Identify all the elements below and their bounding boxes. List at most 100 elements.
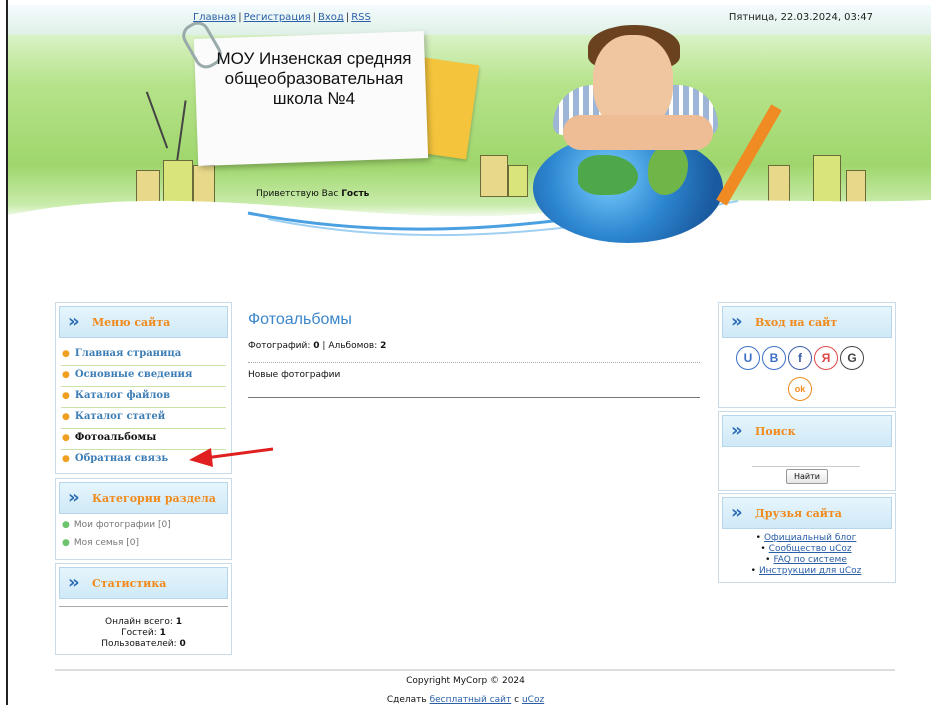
nav-separator: | xyxy=(238,12,242,23)
menu-divider xyxy=(61,428,226,429)
bullet-icon: • xyxy=(755,533,761,543)
page-title: Фотоальбомы xyxy=(248,311,352,328)
doodle-line xyxy=(145,91,169,149)
double-chevron-icon: » xyxy=(731,311,742,332)
content-divider xyxy=(248,362,700,363)
new-photos-heading: Новые фотографии xyxy=(248,370,341,380)
site-title: МОУ Инзенская средняя общеобразовательна… xyxy=(216,49,412,108)
double-chevron-icon: » xyxy=(731,502,742,523)
boy-illustration-arms xyxy=(563,115,713,150)
friend-link-item: • Инструкции для uCoz xyxy=(720,566,892,576)
friends-box-header: » Друзья сайта xyxy=(722,497,892,529)
stat-guests: Гостей: 1 xyxy=(56,628,231,638)
search-box-title: Поиск xyxy=(755,425,796,438)
double-chevron-icon: » xyxy=(68,572,79,593)
ucoz-link[interactable]: uCoz xyxy=(522,695,544,705)
menu-item-feedback[interactable]: ● Обратная связь xyxy=(62,453,168,464)
menu-item-label: Обратная связь xyxy=(74,453,169,464)
double-chevron-icon: » xyxy=(68,487,79,508)
bullet-icon: ● xyxy=(62,412,70,422)
category-count: [0] xyxy=(126,538,140,548)
friend-link-faq[interactable]: FAQ по системе xyxy=(773,555,846,565)
stats-separator: | xyxy=(322,341,326,351)
friend-link-official-blog[interactable]: Официальный блог xyxy=(764,533,856,543)
copyright: Copyright MyCorp © 2024 xyxy=(406,676,525,686)
stats-divider xyxy=(59,606,228,607)
top-navigation: Главная | Регистрация | Вход | RSS xyxy=(193,12,371,23)
category-count: [0] xyxy=(158,520,171,530)
statistics-box-title: Статистика xyxy=(92,577,167,590)
categories-box-title: Категории раздела xyxy=(92,492,216,505)
content-divider xyxy=(248,397,700,398)
free-site-link[interactable]: бесплатный сайт xyxy=(430,695,512,705)
ucoz-icon[interactable]: U xyxy=(736,346,760,370)
double-chevron-icon: » xyxy=(68,311,79,332)
albums-label: Альбомов: xyxy=(328,341,378,351)
nav-link-home[interactable]: Главная xyxy=(193,12,236,23)
yandex-icon[interactable]: Я xyxy=(814,346,838,370)
make-site-prefix: Сделать xyxy=(386,695,427,705)
menu-item-articles[interactable]: ● Каталог статей xyxy=(62,411,165,422)
friend-link-instructions[interactable]: Инструкции для uCoz xyxy=(759,566,861,576)
friend-link-item: • FAQ по системе xyxy=(720,555,892,565)
stat-value: 1 xyxy=(175,617,183,627)
menu-item-label: Каталог статей xyxy=(74,411,166,422)
greeting-prefix: Приветствую Вас xyxy=(256,189,339,199)
category-item[interactable]: ● Моя семья [0] xyxy=(62,538,139,548)
header-wave xyxy=(8,191,931,245)
menu-item-label: Каталог файлов xyxy=(74,390,171,401)
friend-link-community[interactable]: Сообщество uCoz xyxy=(769,544,852,554)
stat-label: Пользователей: xyxy=(101,639,177,649)
bullet-icon: ● xyxy=(62,520,70,530)
statistics-box-header: » Статистика xyxy=(59,567,228,599)
photos-count: 0 xyxy=(313,341,320,351)
bullet-icon: ● xyxy=(62,538,70,548)
bullet-icon: ● xyxy=(62,349,70,359)
album-stats: Фотографий: 0 | Альбомов: 2 xyxy=(248,341,386,351)
menu-item-label: Фотоальбомы xyxy=(74,432,157,443)
nav-link-login[interactable]: Вход xyxy=(318,12,344,23)
login-box-title: Вход на сайт xyxy=(755,316,838,329)
double-chevron-icon: » xyxy=(731,420,742,441)
site-header: МОУ Инзенская средняя общеобразовательна… xyxy=(8,5,931,250)
nav-link-register[interactable]: Регистрация xyxy=(244,12,311,23)
stat-online: Онлайн всего: 1 xyxy=(56,617,231,627)
menu-item-home[interactable]: ● Главная страница xyxy=(62,348,181,359)
search-input[interactable] xyxy=(752,454,860,467)
globe-land xyxy=(578,155,638,195)
menu-item-files[interactable]: ● Каталог файлов xyxy=(62,390,170,401)
menu-box-title: Меню сайта xyxy=(92,316,171,329)
photos-label: Фотографий: xyxy=(248,341,311,351)
menu-item-basic-info[interactable]: ● Основные сведения xyxy=(62,369,192,380)
menu-box-header: » Меню сайта xyxy=(59,306,228,338)
current-date: Пятница, 22.03.2024, 03:47 xyxy=(728,12,873,23)
odnoklassniki-icon[interactable]: ok xyxy=(788,377,812,401)
stat-label: Гостей: xyxy=(121,628,157,638)
search-button[interactable]: Найти xyxy=(786,469,828,484)
category-item[interactable]: ● Мои фотографии [0] xyxy=(62,520,171,530)
stat-users: Пользователей: 0 xyxy=(56,639,231,649)
stat-value: 1 xyxy=(159,628,166,638)
categories-box-header: » Категории раздела xyxy=(59,482,228,514)
nav-link-rss[interactable]: RSS xyxy=(351,12,371,23)
stat-label: Онлайн всего: xyxy=(104,617,173,627)
bullet-icon: ● xyxy=(62,433,70,443)
menu-item-label: Основные сведения xyxy=(74,369,193,380)
make-site-line: Сделать бесплатный сайт с uCoz xyxy=(0,695,931,705)
friend-link-item: • Сообщество uCoz xyxy=(720,544,892,554)
bullet-icon: • xyxy=(750,566,756,576)
albums-count: 2 xyxy=(380,341,387,351)
stat-value: 0 xyxy=(179,639,186,649)
vk-icon[interactable]: В xyxy=(762,346,786,370)
bullet-icon: ● xyxy=(62,370,70,380)
friend-link-item: • Официальный блог xyxy=(720,533,892,543)
bullet-icon: ● xyxy=(62,391,70,401)
login-box-header: » Вход на сайт xyxy=(722,306,892,338)
google-icon[interactable]: G xyxy=(840,346,864,370)
window-left-edge xyxy=(0,0,8,705)
bullet-icon: • xyxy=(765,555,771,565)
menu-divider xyxy=(61,365,226,366)
facebook-icon[interactable]: f xyxy=(788,346,812,370)
greeting: Приветствую Вас Гость xyxy=(256,189,369,199)
menu-item-photoalbums[interactable]: ● Фотоальбомы xyxy=(62,432,156,443)
